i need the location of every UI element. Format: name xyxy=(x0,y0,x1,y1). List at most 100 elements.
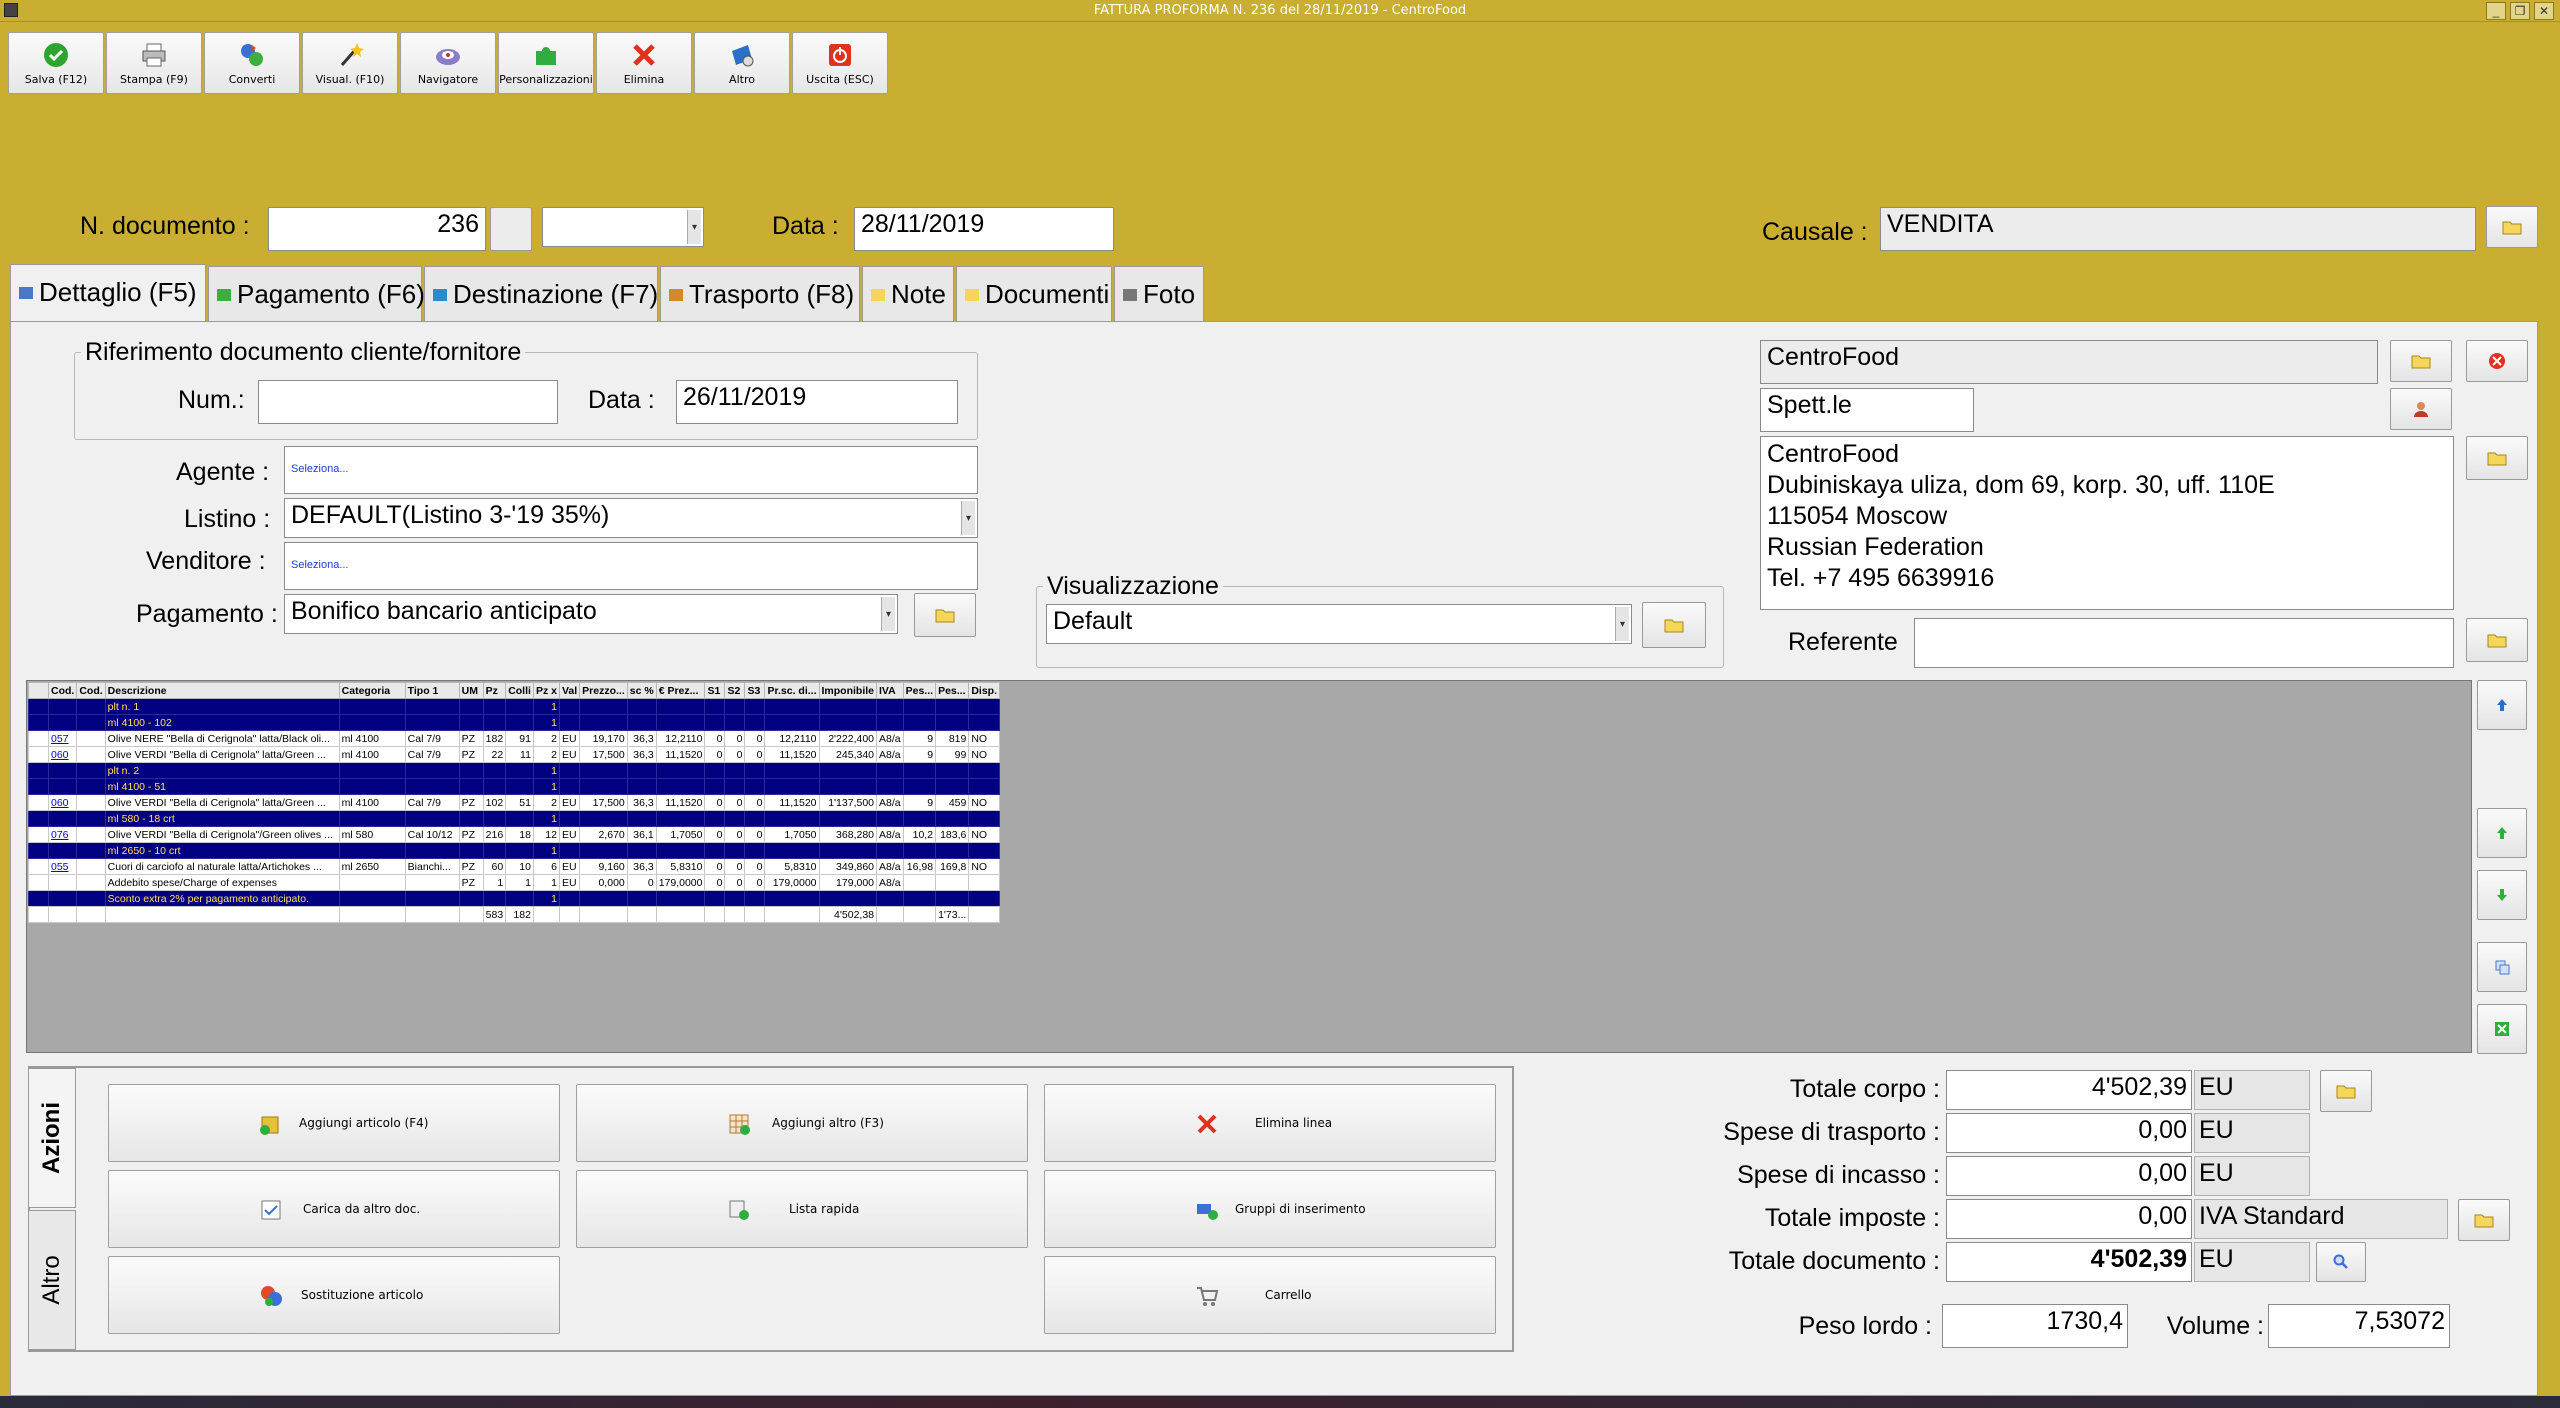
grid-cell[interactable]: A8/a xyxy=(876,794,904,811)
grid-column-header[interactable]: S3 xyxy=(744,682,766,699)
totale-documento-detail-button[interactable] xyxy=(2316,1242,2366,1282)
grid-cell[interactable]: 1,7050 xyxy=(764,826,820,843)
grid-cell[interactable]: 0 xyxy=(704,746,726,763)
grid-cell[interactable] xyxy=(28,906,49,923)
grid-cell[interactable] xyxy=(558,810,581,827)
grid-cell[interactable] xyxy=(968,698,1001,715)
grid-cell[interactable] xyxy=(338,762,406,779)
grid-cell[interactable]: 060 xyxy=(47,794,78,811)
grid-cell[interactable] xyxy=(532,906,560,923)
grid-cell[interactable]: 18 xyxy=(505,826,534,843)
grid-cell[interactable]: 0 xyxy=(724,826,746,843)
grid-separator-row[interactable]: plt n. 1 1 xyxy=(28,698,1001,715)
grid-column-header[interactable]: Pr.sc. di... xyxy=(764,682,820,699)
grid-cell[interactable] xyxy=(902,714,937,731)
grid-cell[interactable] xyxy=(579,890,628,907)
grid-column-header[interactable]: Imponibile xyxy=(818,682,878,699)
causale-lookup-button[interactable] xyxy=(2486,206,2538,248)
grid-cell[interactable]: 1 xyxy=(505,874,534,891)
grid-column-header[interactable]: Descrizione xyxy=(104,682,340,699)
venditore-select[interactable]: Seleziona... xyxy=(284,542,978,590)
grid-cell[interactable]: A8/a xyxy=(876,874,904,891)
grid-cell[interactable] xyxy=(764,810,820,827)
grid-cell[interactable] xyxy=(724,762,746,779)
grid-cell[interactable] xyxy=(704,842,726,859)
grid-cell[interactable]: 2,670 xyxy=(579,826,628,843)
grid-cell[interactable] xyxy=(558,906,581,923)
referente-input[interactable] xyxy=(1914,618,2454,668)
grid-cell[interactable]: A8/a xyxy=(876,858,904,875)
grid-cell[interactable]: PZ xyxy=(458,858,484,875)
grid-cell[interactable] xyxy=(579,778,628,795)
grid-cell[interactable] xyxy=(338,714,406,731)
grid-cell[interactable] xyxy=(626,714,657,731)
grid-column-header[interactable] xyxy=(28,682,49,699)
grid-cell[interactable]: 1,7050 xyxy=(655,826,706,843)
grid-cell[interactable] xyxy=(338,842,406,859)
grid-cell[interactable] xyxy=(76,906,106,923)
grid-cell[interactable]: 0 xyxy=(744,858,766,875)
tab-destinazione[interactable]: Destinazione (F7) xyxy=(424,266,658,322)
grid-cell[interactable] xyxy=(724,842,746,859)
grid-cell[interactable] xyxy=(704,714,726,731)
grid-cell[interactable] xyxy=(626,778,657,795)
grid-cell[interactable]: PZ xyxy=(458,826,484,843)
causale-input[interactable]: VENDITA xyxy=(1880,207,2476,251)
grid-cell[interactable]: 060 xyxy=(47,746,78,763)
grid-cell[interactable] xyxy=(458,698,484,715)
grid-cell[interactable] xyxy=(968,842,1001,859)
grid-cell[interactable] xyxy=(505,698,534,715)
grid-cell[interactable]: 179,0000 xyxy=(764,874,820,891)
grid-item-row[interactable]: 055 Cuori di carciofo al naturale latta/A… xyxy=(28,858,1001,875)
grid-cell[interactable]: 1 xyxy=(482,874,507,891)
volume-input[interactable]: 7,53072 xyxy=(2268,1304,2450,1348)
grid-cell[interactable]: 0 xyxy=(744,826,766,843)
grid-cell[interactable] xyxy=(968,810,1001,827)
grid-cell[interactable]: 1 xyxy=(532,714,560,731)
grid-separator-row[interactable]: ml 580 - 18 crt 1 xyxy=(28,810,1001,827)
grid-cell[interactable]: 0 xyxy=(724,874,746,891)
grid-cell[interactable]: NO xyxy=(968,858,1001,875)
grid-column-header[interactable]: Pz xyxy=(482,682,507,699)
grid-cell[interactable] xyxy=(47,874,78,891)
grid-cell[interactable] xyxy=(876,906,904,923)
listino-select[interactable]: DEFAULT(Listino 3-'19 35%) ▾ xyxy=(284,498,978,538)
grid-cell[interactable]: 076 xyxy=(47,826,78,843)
grid-cell[interactable] xyxy=(818,762,878,779)
grid-cell[interactable]: 36,1 xyxy=(626,826,657,843)
grid-cell[interactable] xyxy=(76,874,106,891)
grid-cell[interactable] xyxy=(626,842,657,859)
grid-cell[interactable]: 182 xyxy=(482,730,507,747)
grid-cell[interactable]: 91 xyxy=(505,730,534,747)
grid-cell[interactable] xyxy=(28,858,49,875)
grid-cell[interactable]: 36,3 xyxy=(626,858,657,875)
cart-button[interactable]: Carrello xyxy=(1044,1256,1496,1334)
grid-cell[interactable]: 0 xyxy=(724,746,746,763)
grid-cell[interactable]: 0 xyxy=(704,826,726,843)
grid-cell[interactable] xyxy=(876,810,904,827)
grid-cell[interactable]: 11 xyxy=(505,746,534,763)
grid-cell[interactable] xyxy=(764,714,820,731)
grid-item-row[interactable]: 076 Olive VERDI "Bella di Cerignola"/Gree… xyxy=(28,826,1001,843)
grid-cell[interactable]: NO xyxy=(968,826,1001,843)
grid-cell[interactable] xyxy=(404,778,460,795)
document-lines-grid[interactable]: Cod. Cod. Descrizione Categoria Tipo 1 UM Pz Co… xyxy=(26,680,2472,1053)
grid-cell[interactable]: 51 xyxy=(505,794,534,811)
grid-cell[interactable] xyxy=(338,890,406,907)
visualizzazione-select[interactable]: Default ▾ xyxy=(1046,604,1632,644)
grid-cell[interactable] xyxy=(404,762,460,779)
grid-cell[interactable] xyxy=(104,906,340,923)
grid-column-header[interactable]: sc % xyxy=(626,682,657,699)
grid-cell[interactable]: 245,340 xyxy=(818,746,878,763)
grid-cell[interactable]: 1'73... xyxy=(935,906,970,923)
grid-cell[interactable] xyxy=(505,842,534,859)
grid-column-header[interactable]: Tipo 1 xyxy=(404,682,460,699)
spese-incasso-input[interactable]: 0,00 xyxy=(1946,1156,2192,1196)
tab-azioni[interactable]: Azioni xyxy=(28,1068,76,1208)
grid-cell[interactable] xyxy=(902,778,937,795)
grid-column-header[interactable]: Pes... xyxy=(935,682,970,699)
grid-cell[interactable]: plt n. 1 xyxy=(104,698,340,715)
grid-cell[interactable]: 183,6 xyxy=(935,826,970,843)
grid-cell[interactable] xyxy=(558,890,581,907)
export-excel-button[interactable] xyxy=(2477,1004,2527,1054)
